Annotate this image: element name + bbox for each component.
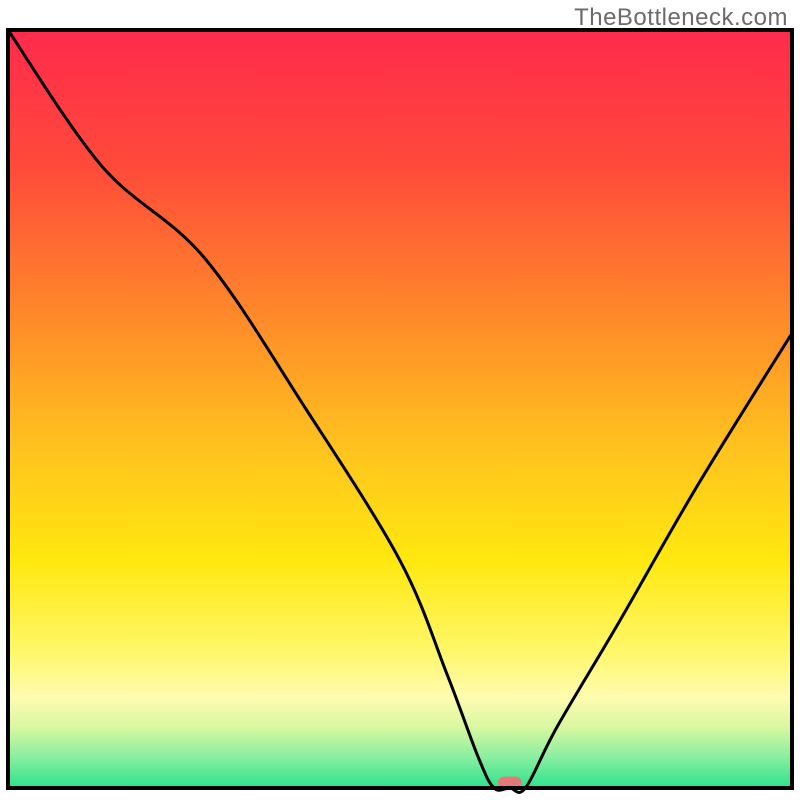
plot-area: [8, 30, 792, 792]
chart-container: TheBottleneck.com: [0, 0, 800, 800]
watermark-text: TheBottleneck.com: [574, 4, 788, 32]
bottleneck-chart: [0, 0, 800, 800]
gradient-background: [8, 30, 792, 788]
